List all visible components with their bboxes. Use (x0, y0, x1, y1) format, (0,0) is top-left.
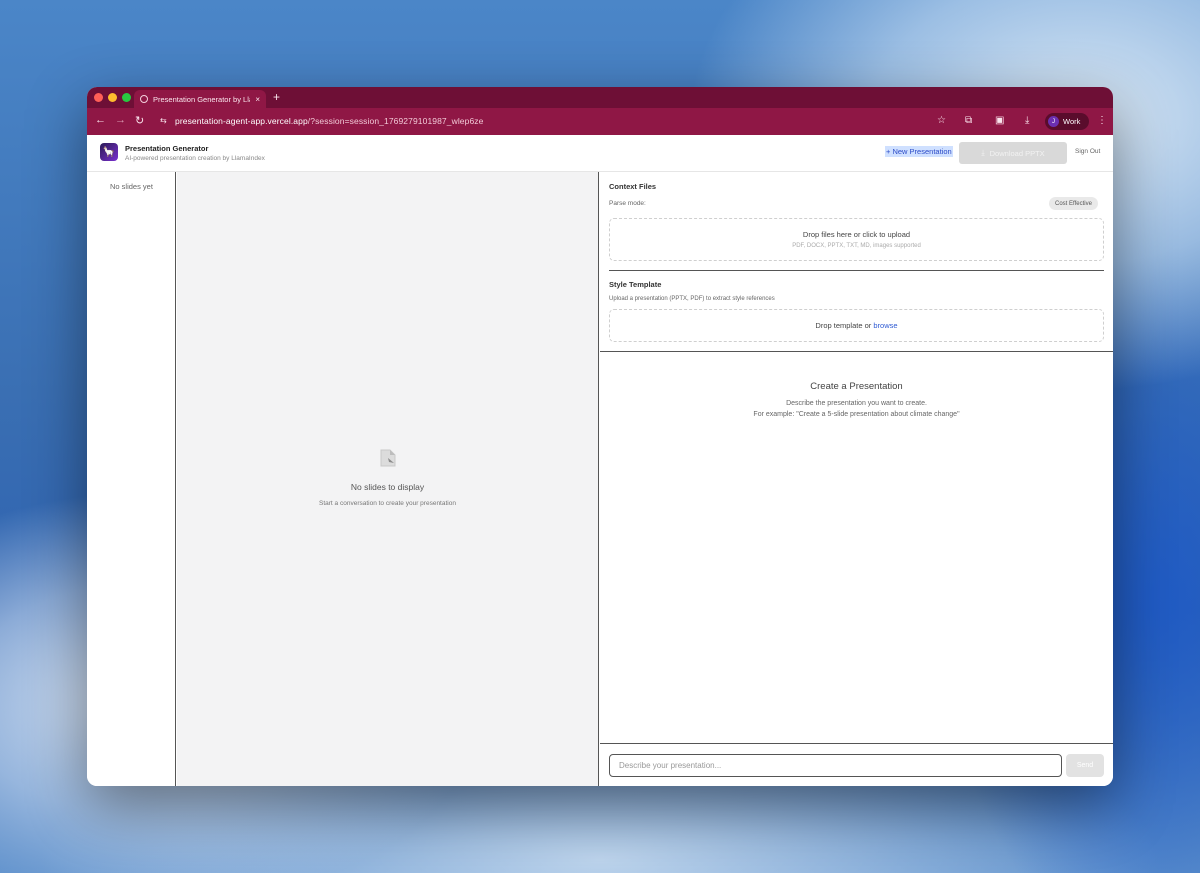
tab-title: Presentation Generator by Lla (153, 94, 251, 104)
template-drop-text: Drop template or browse (610, 321, 1103, 330)
template-drop-prefix: Drop template or (815, 321, 874, 330)
bookmark-star-icon[interactable]: ☆ (937, 115, 946, 126)
chat-empty-line-2: For example: "Create a 5-slide presentat… (753, 411, 960, 418)
chat-empty-title: Create a Presentation (810, 381, 903, 392)
address-bar[interactable]: presentation-agent-app.vercel.app/?sessi… (175, 116, 483, 126)
context-files-dropzone[interactable]: Drop files here or click to upload PDF, … (609, 218, 1104, 261)
chat-input-bar: Send (600, 743, 1113, 786)
tab-strip: Presentation Generator by Lla × + (87, 87, 1113, 108)
browser-toolbar: ← → ↻ ⇆ presentation-agent-app.vercel.ap… (87, 108, 1113, 135)
download-pptx-button[interactable]: ⤓ Download PPTX (959, 142, 1067, 164)
reload-icon[interactable]: ↻ (135, 114, 144, 127)
menu-kebab-icon[interactable]: ⋮ (1097, 115, 1107, 126)
context-files-title: Context Files (609, 182, 657, 191)
download-icon: ⤓ (981, 148, 985, 157)
cast-icon[interactable]: ▣ (995, 115, 1004, 126)
style-template-description: Upload a presentation (PPTX, PDF) to ext… (609, 296, 775, 302)
download-icon[interactable]: ⤓ (1025, 115, 1029, 126)
browser-window: Presentation Generator by Lla × + ← → ↻ … (87, 87, 1113, 786)
profile-name: Work (1063, 117, 1081, 126)
slide-preview-area: No slides to display Start a conversatio… (177, 172, 599, 786)
app-subtitle: AI-powered presentation creation by Llam… (125, 155, 265, 162)
send-button[interactable]: Send (1066, 754, 1104, 777)
site-settings-icon[interactable]: ⇆ (160, 116, 167, 125)
parse-mode-select[interactable]: Cost Effective (1049, 197, 1098, 210)
divider (609, 270, 1104, 271)
browser-tab[interactable]: Presentation Generator by Lla × (134, 90, 266, 108)
forward-icon[interactable]: → (115, 114, 126, 126)
sign-out-link[interactable]: Sign Out (1075, 148, 1100, 155)
divider (600, 351, 1113, 352)
side-panel: Context Files Parse mode: Cost Effective… (600, 172, 1113, 786)
slide-thumbnails-panel: No slides yet (87, 172, 176, 786)
profile-button[interactable]: J Work (1045, 113, 1089, 130)
no-slides-text: No slides yet (110, 182, 153, 191)
empty-stage-subtitle: Start a conversation to create your pres… (319, 500, 456, 507)
empty-stage-title: No slides to display (350, 482, 425, 492)
style-template-dropzone[interactable]: Drop template or browse (609, 309, 1104, 342)
parse-mode-label: Parse mode: (609, 200, 646, 207)
presentation-prompt-input[interactable] (609, 754, 1062, 777)
style-template-title: Style Template (609, 280, 662, 289)
app-title: Presentation Generator (125, 144, 209, 153)
new-presentation-button[interactable]: + New Presentation (885, 146, 953, 157)
url-host: presentation-agent-app.vercel.app (175, 116, 308, 126)
chat-empty-line-1: Describe the presentation you want to cr… (786, 400, 927, 407)
close-tab-icon[interactable]: × (255, 95, 260, 104)
download-label: Download PPTX (989, 148, 1045, 158)
avatar: J (1048, 116, 1059, 127)
extensions-icon[interactable]: ⧉ (965, 115, 972, 126)
new-tab-button[interactable]: + (273, 90, 280, 104)
window-controls (94, 93, 131, 102)
app-header: 🦙 Presentation Generator AI-powered pres… (87, 135, 1113, 172)
document-icon (380, 449, 396, 467)
close-window-button[interactable] (94, 93, 103, 102)
llama-logo-icon: 🦙 (100, 143, 118, 161)
dropzone-formats: PDF, DOCX, PPTX, TXT, MD, images support… (792, 243, 921, 249)
maximize-window-button[interactable] (122, 93, 131, 102)
url-path: /?session=session_1769279101987_wlep6ze (307, 116, 484, 126)
minimize-window-button[interactable] (108, 93, 117, 102)
globe-icon (140, 95, 148, 103)
dropzone-text: Drop files here or click to upload (802, 230, 911, 239)
browse-link[interactable]: browse (873, 321, 897, 330)
back-icon[interactable]: ← (95, 114, 106, 126)
app-content: No slides yet No slides to display Start… (87, 172, 1113, 786)
